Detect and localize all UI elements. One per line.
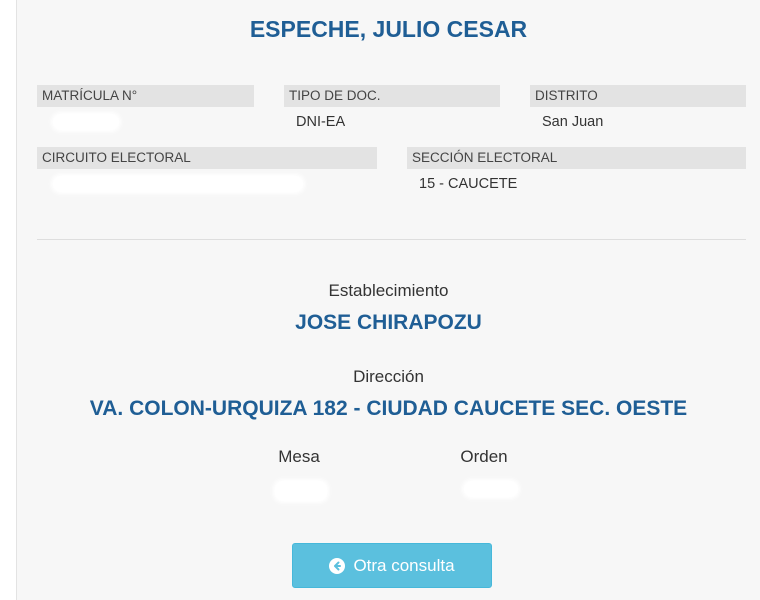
matricula-value-redacted bbox=[53, 114, 119, 130]
tipo-doc-label: TIPO DE DOC. bbox=[284, 85, 500, 107]
establecimiento-caption: Establecimiento bbox=[328, 281, 449, 300]
orden-caption: Orden bbox=[460, 447, 508, 466]
establecimiento-value: JOSE CHIRAPOZU bbox=[295, 311, 482, 334]
matricula-label: MATRÍCULA N° bbox=[37, 85, 254, 107]
mesa-caption: Mesa bbox=[278, 447, 320, 466]
orden-value-redacted bbox=[464, 481, 518, 497]
seccion-label: SECCIÓN ELECTORAL bbox=[407, 147, 746, 169]
voter-name: ESPECHE, JULIO CESAR bbox=[249, 16, 528, 42]
result-card: ESPECHE, JULIO CESAR MATRÍCULA N° TIPO D… bbox=[16, 0, 760, 600]
otra-consulta-button[interactable]: Otra consulta bbox=[292, 543, 492, 588]
direccion-value: VA. COLON-URQUIZA 182 - CIUDAD CAUCETE S… bbox=[89, 397, 688, 420]
circuito-label: CIRCUITO ELECTORAL bbox=[37, 147, 377, 169]
arrow-circle-left-icon bbox=[329, 557, 346, 574]
mesa-value-redacted bbox=[275, 481, 327, 501]
tipo-doc-value: DNI-EA bbox=[296, 114, 346, 130]
section-divider bbox=[37, 239, 746, 240]
seccion-value: 15 - CAUCETE bbox=[419, 176, 518, 192]
direccion-caption: Dirección bbox=[353, 367, 424, 386]
circuito-value-redacted bbox=[53, 176, 303, 192]
otra-consulta-label: Otra consulta bbox=[353, 555, 455, 575]
distrito-label: DISTRITO bbox=[530, 85, 746, 107]
distrito-value: San Juan bbox=[542, 114, 604, 130]
